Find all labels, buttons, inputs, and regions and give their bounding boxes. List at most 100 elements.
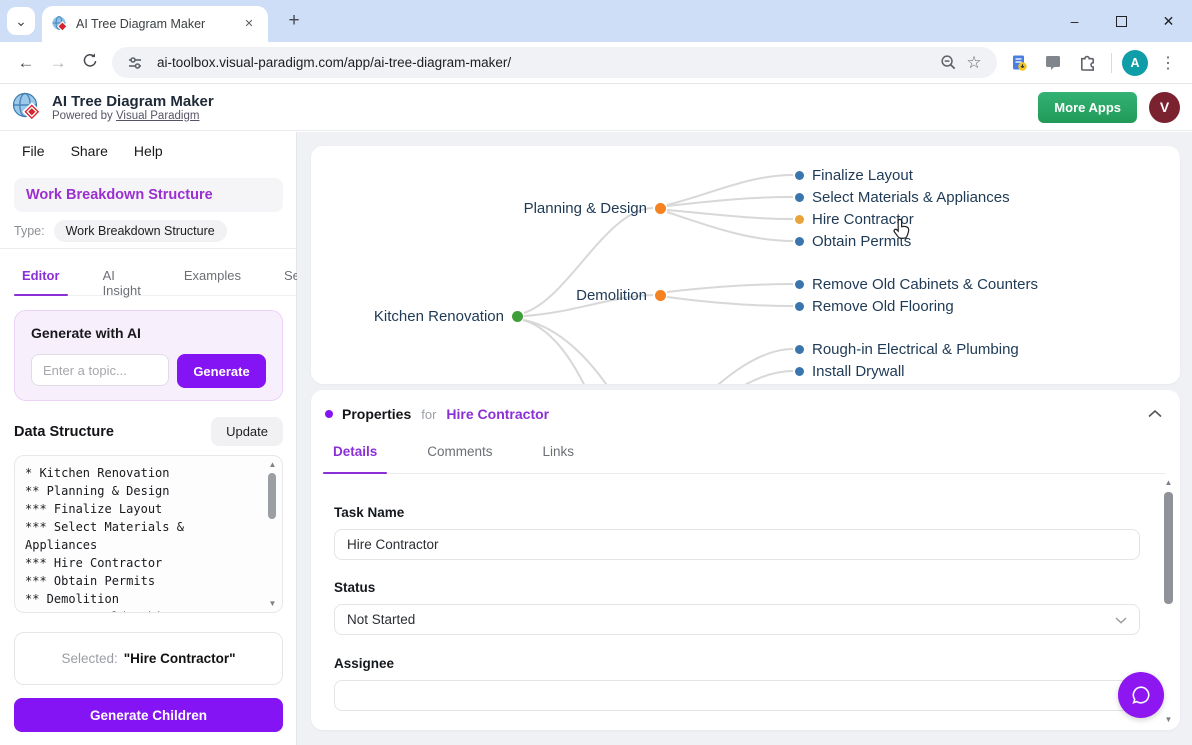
chat-fab-button[interactable] [1118, 672, 1164, 718]
menu-bar: File Share Help [22, 143, 163, 159]
tab-details[interactable]: Details [323, 436, 387, 473]
type-value-chip[interactable]: Work Breakdown Structure [54, 220, 227, 242]
browser-profile-avatar[interactable]: A [1122, 50, 1148, 76]
menu-help[interactable]: Help [134, 143, 163, 159]
reading-list-icon[interactable] [1005, 49, 1033, 77]
tree-node-planning-design[interactable]: Planning & Design [524, 197, 666, 219]
properties-panel: Properties for Hire Contractor Details C… [311, 390, 1180, 730]
close-window-button[interactable]: ✕ [1145, 0, 1192, 42]
generate-children-button[interactable]: Generate Children [14, 698, 283, 732]
app-title: AI Tree Diagram Maker [52, 93, 1038, 110]
scroll-down-icon[interactable]: ▼ [1162, 715, 1175, 724]
url-field[interactable]: ai-toolbox.visual-paradigm.com/app/ai-tr… [112, 47, 997, 78]
app-header: AI Tree Diagram Maker Powered by Visual … [0, 84, 1192, 131]
tab-links[interactable]: Links [533, 436, 585, 473]
tree-diagram-canvas[interactable]: Kitchen Renovation Planning & Design Dem… [311, 146, 1180, 384]
scrollbar-thumb[interactable] [1164, 492, 1173, 604]
maximize-button[interactable] [1098, 0, 1145, 42]
comment-icon[interactable] [1039, 49, 1067, 77]
main-area: Kitchen Renovation Planning & Design Dem… [297, 132, 1192, 745]
tree-links [311, 146, 1180, 384]
node-dot [795, 345, 804, 354]
address-bar: ← → ai-toolbox.visual-paradigm.com/app/a… [0, 42, 1192, 84]
window-controls: – ✕ [1051, 0, 1192, 42]
reload-button[interactable] [74, 47, 106, 79]
zoom-out-icon[interactable] [935, 50, 961, 76]
data-structure-header: Data Structure Update [14, 417, 283, 446]
minimize-button[interactable]: – [1051, 0, 1098, 42]
data-structure-text[interactable]: * Kitchen Renovation ** Planning & Desig… [15, 456, 282, 612]
task-name-field: Task Name [334, 505, 1140, 560]
visual-paradigm-link[interactable]: Visual Paradigm [116, 110, 200, 122]
tab-editor[interactable]: Editor [14, 262, 68, 295]
status-field: Status Not Started [334, 580, 1140, 635]
properties-for-label: for [421, 407, 436, 422]
site-settings-icon[interactable] [122, 50, 148, 76]
toolbar-divider [1111, 53, 1112, 73]
topic-input[interactable] [31, 354, 169, 386]
menu-file[interactable]: File [22, 143, 45, 159]
mouse-cursor [891, 218, 912, 244]
properties-tabs: Details Comments Links [323, 436, 1166, 474]
selected-label: Selected: [61, 651, 117, 666]
more-apps-button[interactable]: More Apps [1038, 92, 1137, 123]
status-select[interactable]: Not Started [334, 604, 1140, 635]
document-title[interactable]: Work Breakdown Structure [14, 178, 283, 212]
generate-with-ai-panel: Generate with AI Generate [14, 310, 283, 401]
scrollbar-thumb[interactable] [268, 473, 276, 519]
tree-node-remove-cabinets[interactable]: Remove Old Cabinets & Counters [795, 273, 1038, 295]
data-structure-scrollbar[interactable]: ▲ ▼ [266, 460, 279, 608]
node-dot [512, 311, 523, 322]
tree-node-select-materials[interactable]: Select Materials & Appliances [795, 186, 1010, 208]
node-dot [655, 203, 666, 214]
data-structure-editor[interactable]: * Kitchen Renovation ** Planning & Desig… [14, 455, 283, 613]
type-label: Type: [14, 224, 45, 238]
scroll-down-icon[interactable]: ▼ [266, 599, 279, 608]
tab-title: AI Tree Diagram Maker [76, 17, 240, 31]
update-button[interactable]: Update [211, 417, 283, 446]
browser-menu-icon[interactable]: ⋮ [1154, 49, 1182, 77]
app-titles: AI Tree Diagram Maker Powered by Visual … [52, 93, 1038, 122]
tree-node-demolition[interactable]: Demolition [576, 284, 666, 306]
properties-header: Properties for Hire Contractor [325, 402, 1166, 426]
user-avatar[interactable]: V [1149, 92, 1180, 123]
scroll-up-icon[interactable]: ▲ [1162, 478, 1175, 487]
extensions-icon[interactable] [1073, 49, 1101, 77]
collapse-panel-icon[interactable] [1144, 401, 1166, 427]
generate-button[interactable]: Generate [177, 354, 266, 388]
tab-close-icon[interactable]: ✕ [240, 15, 258, 33]
generate-panel-title: Generate with AI [31, 325, 266, 341]
type-row: Type: Work Breakdown Structure [14, 220, 227, 242]
properties-scrollbar[interactable]: ▲ ▼ [1162, 478, 1175, 724]
back-button[interactable]: ← [10, 47, 42, 79]
properties-bullet-icon [325, 410, 333, 418]
tab-examples[interactable]: Examples [176, 262, 249, 295]
menu-share[interactable]: Share [71, 143, 108, 159]
status-label: Status [334, 580, 1140, 595]
toolbar-icons: A ⋮ [1005, 49, 1182, 77]
assignee-field: Assignee [334, 656, 1140, 711]
tree-node-finalize-layout[interactable]: Finalize Layout [795, 164, 913, 186]
tab-search-button[interactable]: ⌄ [7, 7, 35, 35]
chat-bubble-icon [1130, 684, 1152, 706]
new-tab-button[interactable]: + [281, 8, 307, 34]
scroll-up-icon[interactable]: ▲ [266, 460, 279, 469]
tab-ai-insight[interactable]: AI Insight [95, 262, 149, 295]
tab-comments[interactable]: Comments [417, 436, 502, 473]
tree-node-remove-flooring[interactable]: Remove Old Flooring [795, 295, 954, 317]
powered-by: Powered by Visual Paradigm [52, 110, 1038, 122]
tree-node-kitchen-renovation[interactable]: Kitchen Renovation [374, 305, 523, 327]
site-favicon-icon [52, 16, 68, 32]
reload-icon [82, 52, 98, 68]
node-dot [795, 171, 804, 180]
task-name-input[interactable] [334, 529, 1140, 560]
forward-button[interactable]: → [42, 47, 74, 79]
node-dot [655, 290, 666, 301]
assignee-input[interactable] [334, 680, 1140, 711]
selected-node-box: Selected: "Hire Contractor" [14, 632, 283, 685]
bookmark-star-icon[interactable]: ☆ [961, 50, 987, 76]
url-text[interactable]: ai-toolbox.visual-paradigm.com/app/ai-tr… [157, 55, 935, 70]
tree-node-rough-in[interactable]: Rough-in Electrical & Plumbing [795, 338, 1019, 360]
browser-tab[interactable]: AI Tree Diagram Maker ✕ [42, 6, 268, 42]
tree-node-install-drywall[interactable]: Install Drywall [795, 360, 905, 382]
